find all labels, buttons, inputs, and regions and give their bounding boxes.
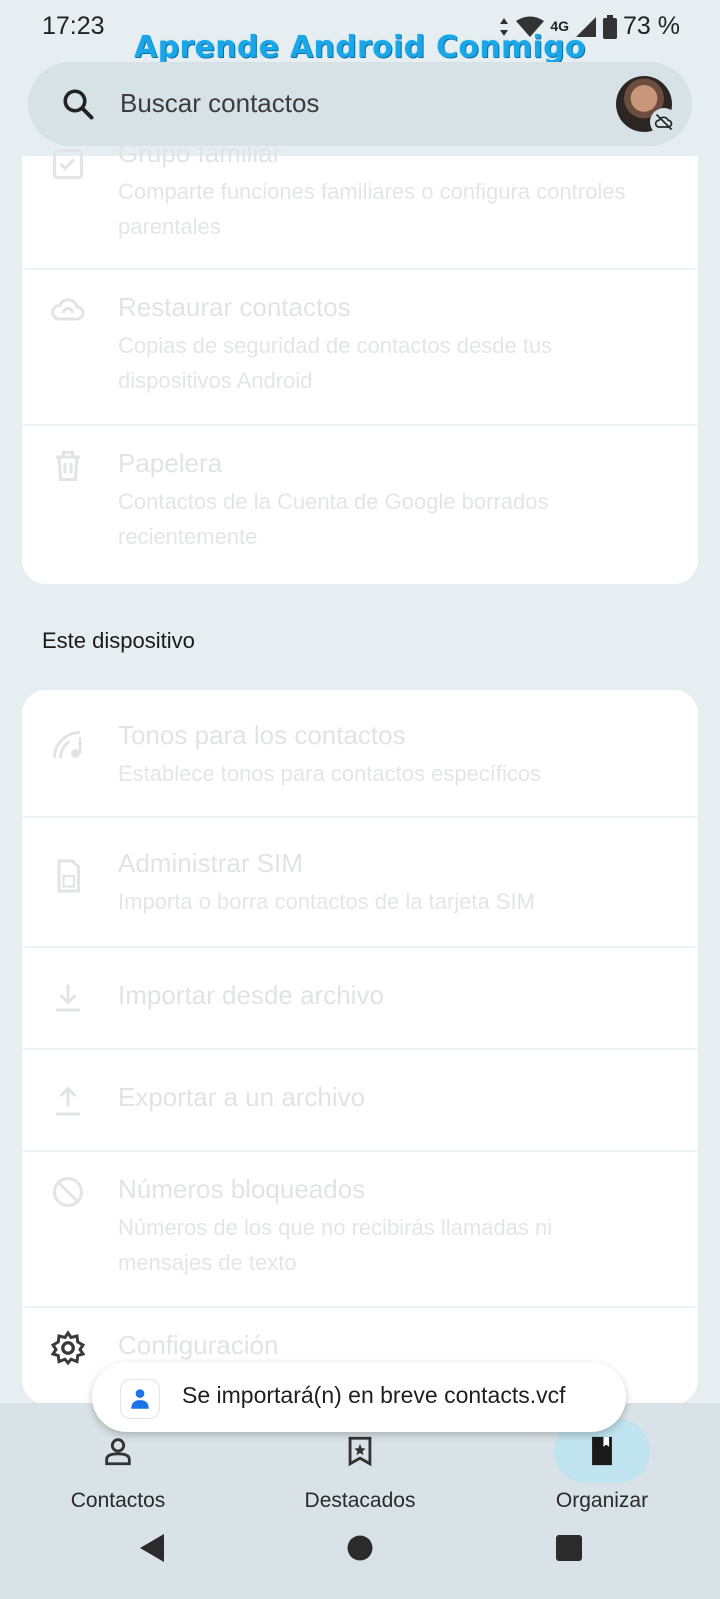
download-icon bbox=[56, 984, 80, 1012]
search-icon[interactable] bbox=[60, 86, 96, 122]
settings-icon bbox=[50, 1330, 86, 1366]
back-icon[interactable] bbox=[138, 1533, 166, 1563]
item-subtitle: Números de los que no recibirás llamadas… bbox=[118, 1215, 553, 1275]
list-item-contact-ringtones[interactable]: Tonos para los contactos Establece tonos… bbox=[22, 690, 698, 818]
sim-card-icon bbox=[57, 859, 80, 893]
watermark-text: Aprende Android Conmigo bbox=[134, 30, 586, 65]
family-icon bbox=[53, 149, 83, 179]
avatar[interactable] bbox=[616, 76, 678, 136]
toast-notification: Se importará(n) en breve contacts.vcf bbox=[92, 1362, 626, 1432]
block-icon bbox=[53, 1177, 83, 1207]
section-header-this-device: Este dispositivo bbox=[42, 628, 195, 653]
person-icon bbox=[105, 1438, 131, 1466]
item-title: Papelera bbox=[118, 448, 223, 478]
search-bar[interactable]: Buscar contactos bbox=[28, 62, 692, 146]
search-input[interactable]: Buscar contactos bbox=[120, 88, 319, 119]
list-item-blocked-numbers[interactable]: Números bloqueados Números de los que no… bbox=[22, 1152, 698, 1308]
list-item-import-from-file[interactable]: Importar desde archivo bbox=[22, 948, 698, 1050]
item-title: Administrar SIM bbox=[118, 848, 303, 878]
toast-message: Se importará(n) en breve contacts.vcf bbox=[182, 1382, 566, 1408]
item-title: Importar desde archivo bbox=[118, 980, 384, 1010]
trash-icon bbox=[56, 451, 80, 481]
ringtone-icon bbox=[53, 731, 82, 759]
device-card: Tonos para los contactos Establece tonos… bbox=[22, 690, 698, 1404]
bookmark-icon bbox=[592, 1436, 612, 1466]
list-item-manage-sim[interactable]: Administrar SIM Importa o borra contacto… bbox=[22, 818, 698, 948]
star-icon bbox=[348, 1436, 372, 1467]
cloud-sync-icon bbox=[51, 298, 85, 321]
item-title: Tonos para los contactos bbox=[118, 720, 406, 750]
item-subtitle: Importa o borra contactos de la tarjeta … bbox=[118, 889, 535, 914]
list-item-restore-contacts[interactable]: Restaurar contactos Copias de seguridad … bbox=[22, 270, 698, 426]
item-title: Restaurar contactos bbox=[118, 292, 351, 322]
item-title: Configuración bbox=[118, 1330, 279, 1360]
list-item-trash[interactable]: Papelera Contactos de la Cuenta de Googl… bbox=[22, 426, 698, 584]
home-icon[interactable] bbox=[346, 1533, 374, 1563]
list-item-export-to-file[interactable]: Exportar a un archivo bbox=[22, 1050, 698, 1152]
google-account-card: Grupo familiar Comparte funciones famili… bbox=[22, 138, 698, 584]
item-subtitle: Contactos de la Cuenta de Google borrado… bbox=[118, 489, 549, 549]
system-navigation-bar bbox=[0, 1503, 720, 1599]
item-subtitle: Copias de seguridad de contactos desde t… bbox=[118, 333, 553, 393]
item-title: Grupo familiar bbox=[118, 138, 282, 168]
item-title: Números bloqueados bbox=[118, 1174, 366, 1204]
item-subtitle: Comparte funciones familiares o configur… bbox=[118, 179, 626, 239]
list-item-family-group[interactable]: Grupo familiar Comparte funciones famili… bbox=[22, 138, 698, 270]
item-subtitle: Establece tonos para contactos específic… bbox=[118, 761, 542, 786]
contacts-app-icon bbox=[120, 1379, 160, 1419]
backup-off-icon bbox=[650, 108, 678, 136]
upload-icon bbox=[56, 1086, 80, 1116]
item-title: Exportar a un archivo bbox=[118, 1082, 366, 1112]
recents-icon[interactable] bbox=[555, 1533, 583, 1563]
